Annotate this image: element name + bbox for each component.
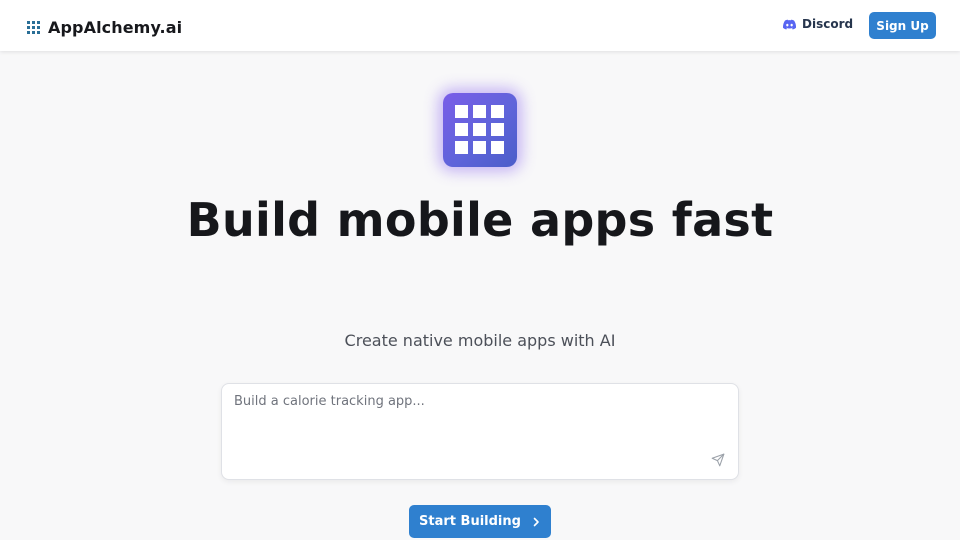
grid-icon: [455, 105, 504, 154]
send-icon[interactable]: [711, 453, 725, 467]
discord-link[interactable]: Discord: [783, 17, 853, 31]
start-building-label: Start Building: [419, 514, 521, 529]
start-building-button[interactable]: Start Building: [409, 505, 551, 538]
brand-logo[interactable]: AppAlchemy.ai: [27, 18, 182, 37]
discord-icon: [783, 19, 796, 30]
discord-label: Discord: [802, 17, 854, 31]
grid-icon: [27, 21, 40, 34]
top-nav: AppAlchemy.ai Discord Sign Up: [0, 0, 960, 51]
hero-headline: Build mobile apps fast: [186, 193, 774, 247]
hero-app-icon: [443, 93, 517, 167]
brand-name: AppAlchemy.ai: [48, 18, 183, 37]
prompt-container: [221, 383, 739, 480]
hero-subheadline: Create native mobile apps with AI: [344, 331, 616, 350]
prompt-input[interactable]: [234, 394, 724, 454]
sign-up-button[interactable]: Sign Up: [869, 12, 936, 39]
chevron-right-icon: [533, 517, 539, 526]
